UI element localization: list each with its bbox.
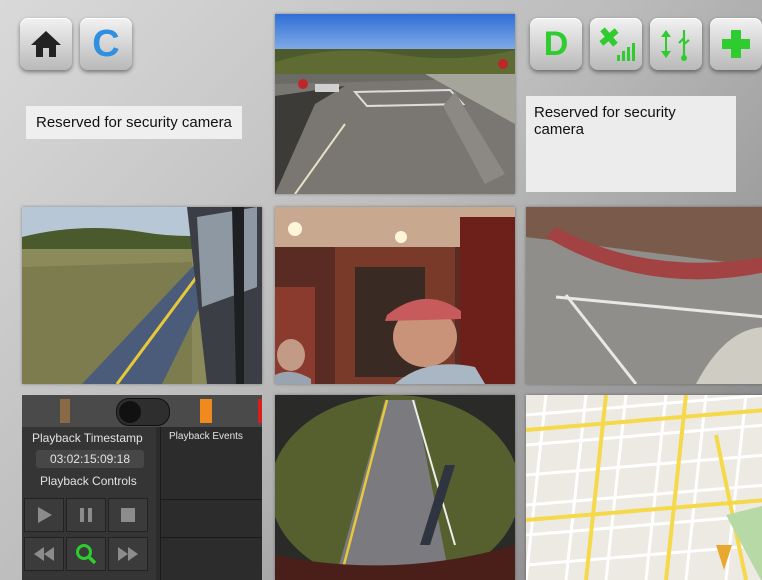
camera-feed-cab-interior[interactable] bbox=[275, 207, 515, 384]
camera-feed-right-side[interactable] bbox=[526, 207, 762, 384]
rewind-icon bbox=[34, 547, 54, 561]
search-button[interactable] bbox=[66, 537, 106, 571]
camera-feed-front[interactable] bbox=[275, 14, 515, 194]
timeline-marker-red bbox=[258, 399, 262, 423]
playback-timeline[interactable] bbox=[22, 395, 262, 427]
stop-icon bbox=[121, 508, 135, 522]
right-side-view bbox=[526, 207, 762, 384]
fast-forward-icon bbox=[118, 547, 138, 561]
rewind-button[interactable] bbox=[24, 537, 64, 571]
timeline-marker-orange bbox=[200, 399, 212, 423]
street-map bbox=[526, 395, 762, 580]
reserved-camera-right: Reserved for security camera bbox=[526, 96, 736, 192]
playback-timestamp-value: 03:02:15:09:18 bbox=[36, 450, 144, 468]
add-button[interactable] bbox=[710, 18, 762, 70]
camera-feed-rear[interactable] bbox=[275, 395, 515, 580]
timeline-marker-brown bbox=[60, 399, 70, 423]
c-button-label: C bbox=[92, 22, 120, 65]
home-icon bbox=[31, 31, 61, 57]
playback-panel: Playback Timestamp 03:02:15:09:18 Playba… bbox=[22, 395, 262, 580]
camera-feed-left-side[interactable] bbox=[22, 207, 262, 384]
d-button[interactable]: D bbox=[530, 18, 582, 70]
rear-road-view bbox=[275, 395, 515, 580]
playback-events-column bbox=[160, 427, 262, 580]
pause-icon bbox=[80, 508, 92, 522]
reserved-camera-left: Reserved for security camera bbox=[26, 106, 242, 139]
fast-forward-button[interactable] bbox=[108, 537, 148, 571]
magnifier-icon bbox=[76, 544, 97, 565]
satellite-signal-button[interactable] bbox=[590, 18, 642, 70]
left-side-view bbox=[22, 207, 262, 384]
home-button[interactable] bbox=[20, 18, 72, 70]
map-view[interactable] bbox=[526, 395, 762, 580]
plus-icon bbox=[722, 30, 750, 58]
playback-timestamp-label: Playback Timestamp bbox=[32, 431, 143, 445]
cab-interior-view bbox=[275, 207, 515, 384]
stop-button[interactable] bbox=[108, 498, 148, 532]
timeline-toggle-switch[interactable] bbox=[116, 398, 170, 426]
front-road-view bbox=[275, 14, 515, 194]
play-button[interactable] bbox=[24, 498, 64, 532]
usb-transfer-icon bbox=[661, 30, 690, 61]
playback-events-label: Playback Events bbox=[169, 431, 243, 442]
toggle-knob bbox=[119, 401, 141, 423]
pause-button[interactable] bbox=[66, 498, 106, 532]
c-button[interactable]: C bbox=[80, 18, 132, 70]
playback-controls-label: Playback Controls bbox=[40, 474, 137, 488]
d-button-label: D bbox=[543, 24, 569, 63]
play-icon bbox=[38, 507, 52, 523]
satellite-signal-icon bbox=[599, 27, 635, 61]
usb-transfer-button[interactable] bbox=[650, 18, 702, 70]
